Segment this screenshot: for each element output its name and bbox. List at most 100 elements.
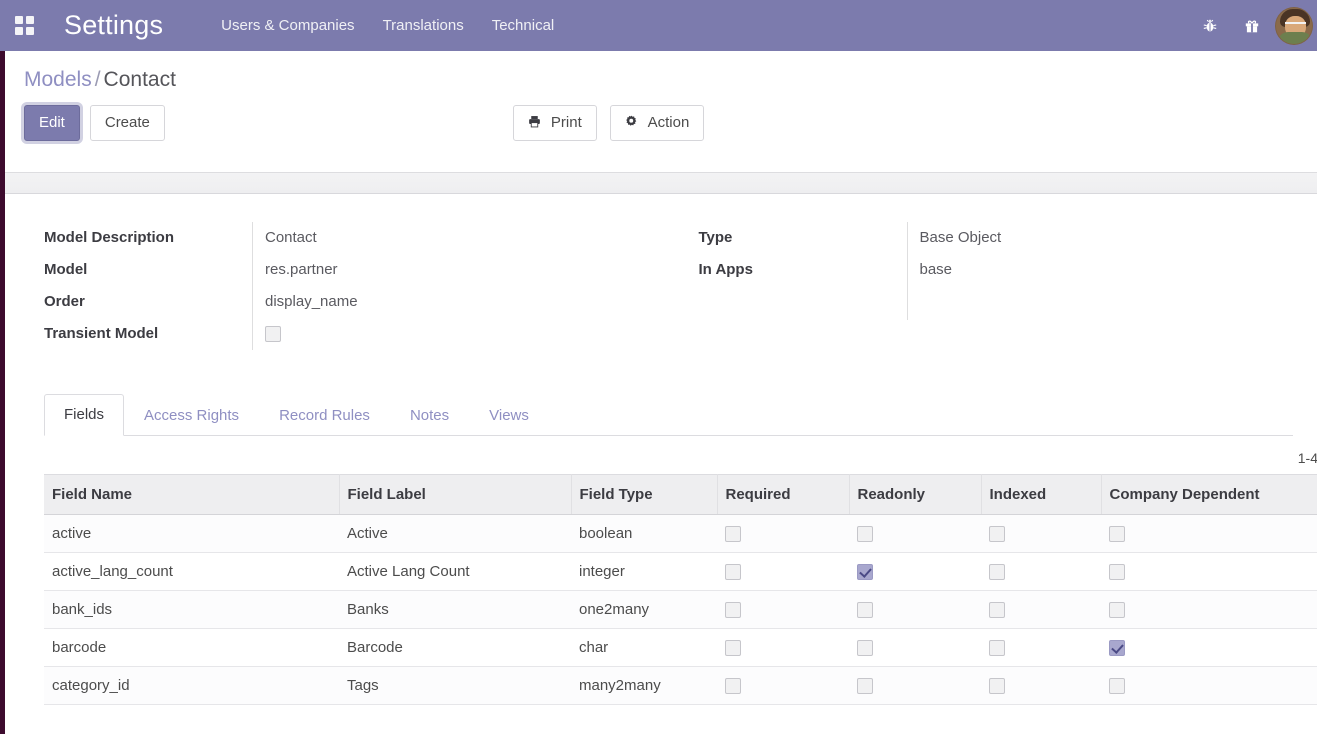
company_dependent-checkbox[interactable]	[1109, 640, 1125, 657]
indexed-checkbox[interactable]	[989, 564, 1005, 581]
form-column-left: Model Description Contact Model res.part…	[20, 222, 657, 350]
field-label: Model Description	[44, 229, 175, 246]
readonly-checkbox[interactable]	[857, 640, 873, 657]
control-panel: Models / Contact Edit Create Print Actio…	[0, 51, 1317, 173]
app-brand-title[interactable]: Settings	[64, 10, 163, 41]
table-row[interactable]: active_lang_count Active Lang Count intege…	[44, 552, 1317, 592]
cell-label: Tags	[339, 666, 571, 706]
cell-readonly	[849, 552, 981, 592]
indexed-checkbox[interactable]	[989, 602, 1005, 619]
table-row[interactable]: bank_ids Banks one2many	[44, 590, 1317, 630]
column-header-indexed[interactable]: Indexed	[981, 474, 1102, 515]
company_dependent-checkbox[interactable]	[1109, 564, 1125, 581]
required-checkbox[interactable]	[725, 526, 741, 543]
panel-separator-strip	[0, 173, 1317, 194]
edit-button[interactable]: Edit	[24, 105, 80, 141]
field-label: In Apps	[698, 261, 753, 278]
cell-type: many2many	[571, 666, 717, 706]
cell-readonly	[849, 514, 981, 554]
readonly-checkbox[interactable]	[857, 678, 873, 695]
breadcrumb: Models / Contact	[0, 51, 1317, 93]
tab-fields[interactable]: Fields	[44, 394, 125, 436]
record-actions-group: Print Action	[513, 105, 705, 141]
field-value-checkbox	[252, 318, 657, 350]
avatar[interactable]	[1275, 6, 1313, 45]
table-header-row: Field Name Field Label Field Type Requir…	[44, 474, 1317, 515]
cell-required	[717, 552, 849, 592]
indexed-checkbox[interactable]	[989, 678, 1005, 695]
company_dependent-checkbox[interactable]	[1109, 602, 1125, 619]
field-label: Model	[44, 261, 88, 278]
cell-required	[717, 666, 849, 706]
required-checkbox[interactable]	[725, 640, 741, 657]
column-header-company-dependent[interactable]: Company Dependent	[1101, 474, 1317, 515]
company_dependent-checkbox[interactable]	[1109, 526, 1125, 543]
breadcrumb-item-current: Contact	[103, 68, 176, 91]
action-button[interactable]: Action	[609, 105, 705, 141]
top-navbar: Settings Users & Companies Translations …	[0, 0, 1317, 51]
cell-company_dependent	[1101, 590, 1317, 630]
print-button-label: Print	[550, 114, 582, 131]
nav-menu-users-companies[interactable]: Users & Companies	[207, 2, 368, 49]
pager-row: 1-4	[0, 436, 1317, 474]
transient-model-checkbox[interactable]	[265, 326, 281, 343]
readonly-checkbox[interactable]	[857, 602, 873, 619]
cell-label: Active Lang Count	[339, 552, 571, 592]
required-checkbox[interactable]	[725, 602, 741, 619]
required-checkbox[interactable]	[725, 564, 741, 581]
indexed-checkbox[interactable]	[989, 640, 1005, 657]
cell-name: barcode	[44, 628, 339, 668]
tab-views[interactable]: Views	[469, 395, 549, 436]
field-value: base	[906, 254, 1294, 286]
fields-table: Field Name Field Label Field Type Requir…	[44, 474, 1317, 706]
field-model-description: Model Description Contact	[44, 222, 657, 254]
nav-menu-technical[interactable]: Technical	[478, 2, 569, 49]
pager-counter[interactable]: 1-4	[1298, 450, 1317, 466]
column-header-readonly[interactable]: Readonly	[849, 474, 982, 515]
readonly-checkbox[interactable]	[857, 564, 873, 581]
form-column-right: Type Base Object In Apps base	[657, 222, 1294, 350]
tab-access-rights[interactable]: Access Rights	[124, 395, 259, 436]
gift-icon[interactable]	[1231, 0, 1273, 51]
tab-notes[interactable]: Notes	[390, 395, 469, 436]
indexed-checkbox[interactable]	[989, 526, 1005, 543]
cell-indexed	[981, 666, 1101, 706]
field-value: Contact	[252, 222, 657, 254]
field-spacer	[699, 286, 1294, 320]
cell-company_dependent	[1101, 628, 1317, 668]
navbar-right-group	[1189, 0, 1317, 51]
cell-company_dependent	[1101, 514, 1317, 554]
column-header-field-label[interactable]: Field Label	[339, 474, 572, 515]
required-checkbox[interactable]	[725, 678, 741, 695]
table-row[interactable]: category_id Tags many2many	[44, 666, 1317, 706]
field-label: Type	[698, 229, 733, 246]
field-value: display_name	[252, 286, 657, 318]
readonly-checkbox[interactable]	[857, 526, 873, 543]
field-model: Model res.partner	[44, 254, 657, 286]
cell-label: Active	[339, 514, 571, 554]
form-fields-grid: Model Description Contact Model res.part…	[0, 222, 1317, 350]
column-header-required[interactable]: Required	[717, 474, 850, 515]
table-row[interactable]: active Active boolean	[44, 514, 1317, 554]
cell-required	[717, 514, 849, 554]
cell-name: active	[44, 514, 339, 554]
field-value-empty	[906, 286, 1294, 320]
column-header-field-type[interactable]: Field Type	[571, 474, 718, 515]
cell-company_dependent	[1101, 666, 1317, 706]
company_dependent-checkbox[interactable]	[1109, 678, 1125, 695]
nav-menu-translations[interactable]: Translations	[369, 2, 478, 49]
column-header-field-name[interactable]: Field Name	[44, 474, 340, 515]
notebook: Fields Access Rights Record Rules Notes …	[0, 394, 1317, 436]
field-label: Order	[44, 293, 85, 310]
create-button[interactable]: Create	[89, 105, 165, 141]
navbar-menu-list: Users & Companies Translations Technical	[207, 2, 568, 49]
apps-menu-button[interactable]	[0, 0, 48, 51]
print-button[interactable]: Print	[513, 105, 597, 141]
breadcrumb-item-models[interactable]: Models	[24, 68, 92, 91]
left-edge-accent	[0, 51, 5, 734]
bug-icon[interactable]	[1189, 0, 1231, 51]
fields-list-container: Field Name Field Label Field Type Requir…	[0, 474, 1317, 706]
tab-record-rules[interactable]: Record Rules	[259, 395, 390, 436]
apps-grid-icon	[14, 16, 34, 35]
table-row[interactable]: barcode Barcode char	[44, 628, 1317, 668]
